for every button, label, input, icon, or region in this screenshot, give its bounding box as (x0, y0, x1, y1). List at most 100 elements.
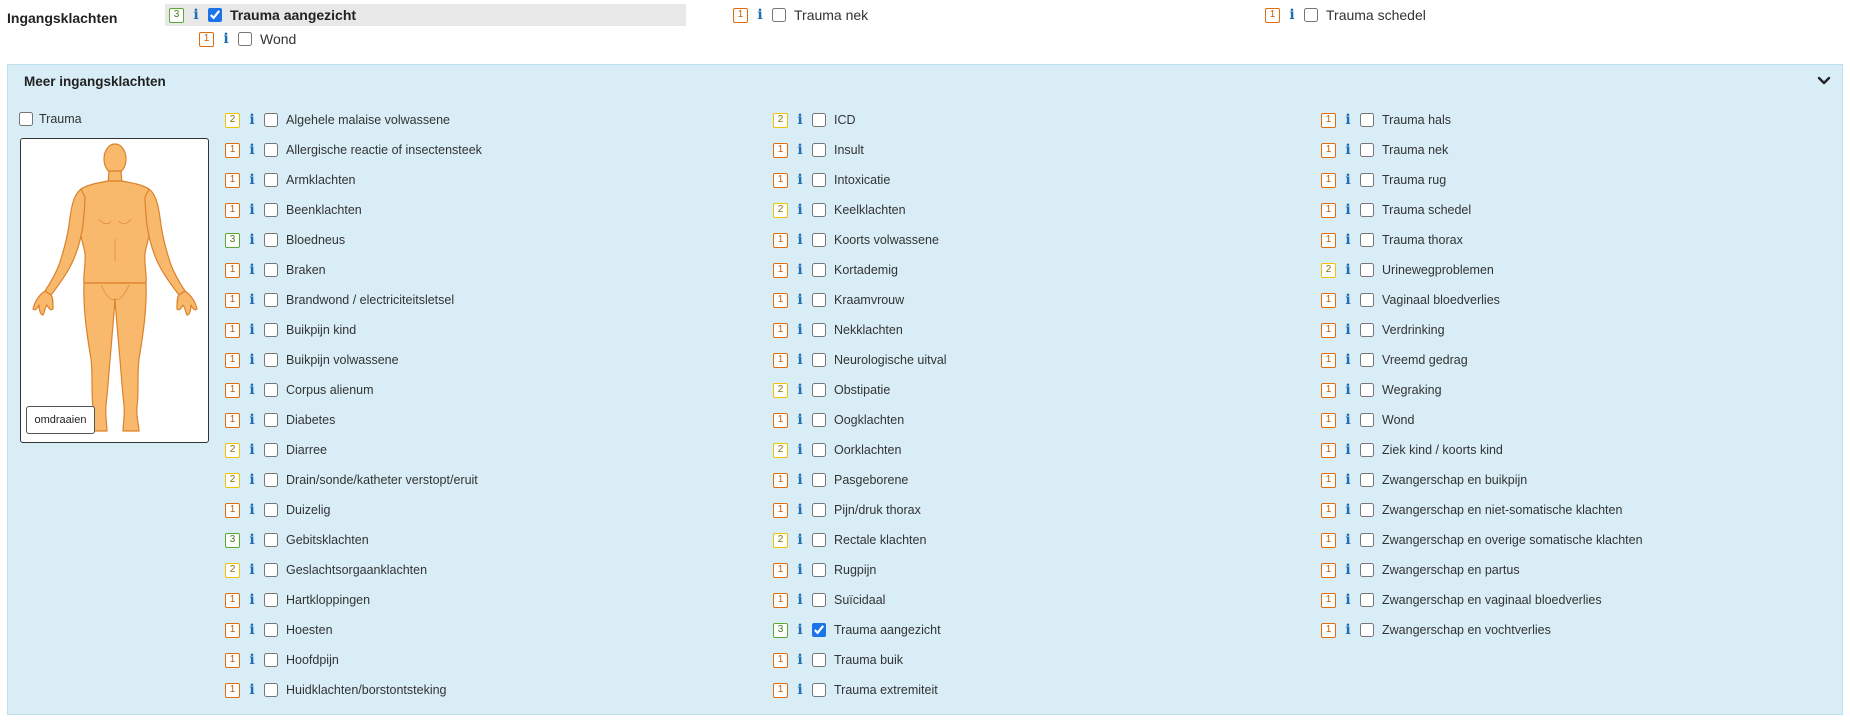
complaint-zwangerschap-en-partus[interactable]: 1 i Zwangerschap en partus (1321, 555, 1643, 585)
complaint-rugpijn[interactable]: 1 i Rugpijn (773, 555, 947, 585)
complaint-checkbox[interactable] (812, 323, 826, 337)
info-icon[interactable]: i (246, 112, 258, 128)
complaint-checkbox[interactable] (1360, 563, 1374, 577)
body-map[interactable]: omdraaien (20, 138, 209, 443)
complaint-checkbox[interactable] (812, 503, 826, 517)
complaint-checkbox[interactable] (812, 173, 826, 187)
complaint-checkbox[interactable] (264, 593, 278, 607)
info-icon[interactable]: i (794, 352, 806, 368)
complaint-checkbox[interactable] (812, 683, 826, 697)
info-icon[interactable]: i (246, 292, 258, 308)
complaint-hoofdpijn[interactable]: 1 i Hoofdpijn (225, 645, 482, 675)
info-icon[interactable]: i (1342, 532, 1354, 548)
info-icon[interactable]: i (794, 532, 806, 548)
complaint-checkbox[interactable] (1360, 473, 1374, 487)
info-icon[interactable]: i (246, 382, 258, 398)
complaint-duizelig[interactable]: 1 i Duizelig (225, 495, 482, 525)
complaint-trauma-buik[interactable]: 1 i Trauma buik (773, 645, 947, 675)
info-icon[interactable]: i (246, 142, 258, 158)
info-icon[interactable]: i (794, 382, 806, 398)
complaint-checkbox[interactable] (264, 623, 278, 637)
complaint-checkbox[interactable] (208, 8, 222, 22)
info-icon[interactable]: i (246, 682, 258, 698)
info-icon[interactable]: i (246, 502, 258, 518)
trauma-filter-checkbox[interactable]: Trauma (19, 108, 82, 130)
complaint-geslachtsorgaanklachten[interactable]: 2 i Geslachtsorgaanklachten (225, 555, 482, 585)
complaint-vreemd-gedrag[interactable]: 1 i Vreemd gedrag (1321, 345, 1643, 375)
complaint-intoxicatie[interactable]: 1 i Intoxicatie (773, 165, 947, 195)
info-icon[interactable]: i (1342, 172, 1354, 188)
complaint-checkbox[interactable] (1360, 353, 1374, 367)
info-icon[interactable]: i (1342, 382, 1354, 398)
info-icon[interactable]: i (754, 7, 766, 23)
complaint-checkbox[interactable] (264, 473, 278, 487)
info-icon[interactable]: i (1342, 502, 1354, 518)
complaint-icd[interactable]: 2 i ICD (773, 105, 947, 135)
complaint-checkbox[interactable] (264, 233, 278, 247)
info-icon[interactable]: i (246, 172, 258, 188)
complaint-rectale-klachten[interactable]: 2 i Rectale klachten (773, 525, 947, 555)
complaint-checkbox[interactable] (812, 353, 826, 367)
top-complaint-trauma-aangezicht[interactable]: 3 i Trauma aangezicht (165, 4, 686, 26)
complaint-checkbox[interactable] (264, 503, 278, 517)
complaint-allergische-reactie-of-insectensteek[interactable]: 1 i Allergische reactie of insectensteek (225, 135, 482, 165)
chevron-down-icon[interactable] (1816, 75, 1832, 87)
complaint-trauma-aangezicht[interactable]: 3 i Trauma aangezicht (773, 615, 947, 645)
info-icon[interactable]: i (1342, 262, 1354, 278)
complaint-wond[interactable]: 1 i Wond (1321, 405, 1643, 435)
info-icon[interactable]: i (794, 142, 806, 158)
info-icon[interactable]: i (1342, 322, 1354, 338)
info-icon[interactable]: i (794, 502, 806, 518)
flip-body-button[interactable]: omdraaien (26, 406, 95, 434)
complaint-checkbox[interactable] (238, 32, 252, 46)
complaint-trauma-nek[interactable]: 1 i Trauma nek (1321, 135, 1643, 165)
complaint-kraamvrouw[interactable]: 1 i Kraamvrouw (773, 285, 947, 315)
complaint-checkbox[interactable] (812, 263, 826, 277)
complaint-beenklachten[interactable]: 1 i Beenklachten (225, 195, 482, 225)
info-icon[interactable]: i (246, 262, 258, 278)
info-icon[interactable]: i (220, 31, 232, 47)
info-icon[interactable]: i (1342, 292, 1354, 308)
complaint-checkbox[interactable] (264, 383, 278, 397)
info-icon[interactable]: i (794, 202, 806, 218)
complaint-checkbox[interactable] (1304, 8, 1318, 22)
complaint-trauma-rug[interactable]: 1 i Trauma rug (1321, 165, 1643, 195)
info-icon[interactable]: i (794, 622, 806, 638)
complaint-obstipatie[interactable]: 2 i Obstipatie (773, 375, 947, 405)
info-icon[interactable]: i (794, 442, 806, 458)
complaint-wegraking[interactable]: 1 i Wegraking (1321, 375, 1643, 405)
info-icon[interactable]: i (1342, 442, 1354, 458)
complaint-buikpijn-kind[interactable]: 1 i Buikpijn kind (225, 315, 482, 345)
complaint-trauma-hals[interactable]: 1 i Trauma hals (1321, 105, 1643, 135)
complaint-huidklachten-borstontsteking[interactable]: 1 i Huidklachten/borstontsteking (225, 675, 482, 705)
complaint-checkbox[interactable] (264, 563, 278, 577)
info-icon[interactable]: i (1342, 592, 1354, 608)
complaint-checkbox[interactable] (812, 113, 826, 127)
complaint-zwangerschap-en-buikpijn[interactable]: 1 i Zwangerschap en buikpijn (1321, 465, 1643, 495)
complaint-corpus-alienum[interactable]: 1 i Corpus alienum (225, 375, 482, 405)
info-icon[interactable]: i (246, 622, 258, 638)
complaint-trauma-extremiteit[interactable]: 1 i Trauma extremiteit (773, 675, 947, 705)
complaint-neurologische-uitval[interactable]: 1 i Neurologische uitval (773, 345, 947, 375)
top-complaint-trauma-schedel[interactable]: 1 i Trauma schedel (1265, 4, 1426, 26)
complaint-checkbox[interactable] (264, 533, 278, 547)
complaint-diabetes[interactable]: 1 i Diabetes (225, 405, 482, 435)
complaint-checkbox[interactable] (264, 323, 278, 337)
complaint-checkbox[interactable] (264, 143, 278, 157)
info-icon[interactable]: i (1342, 232, 1354, 248)
complaint-vaginaal-bloedverlies[interactable]: 1 i Vaginaal bloedverlies (1321, 285, 1643, 315)
info-icon[interactable]: i (794, 262, 806, 278)
complaint-drain-sonde-katheter-verstopt-eruit[interactable]: 2 i Drain/sonde/katheter verstopt/eruit (225, 465, 482, 495)
complaint-kortademig[interactable]: 1 i Kortademig (773, 255, 947, 285)
info-icon[interactable]: i (1342, 202, 1354, 218)
complaint-checkbox[interactable] (1360, 443, 1374, 457)
info-icon[interactable]: i (794, 232, 806, 248)
complaint-zwangerschap-en-vaginaal-bloedverlies[interactable]: 1 i Zwangerschap en vaginaal bloedverlies (1321, 585, 1643, 615)
complaint-checkbox[interactable] (264, 653, 278, 667)
complaint-brandwond-electriciteitsletsel[interactable]: 1 i Brandwond / electriciteitsletsel (225, 285, 482, 315)
info-icon[interactable]: i (246, 352, 258, 368)
info-icon[interactable]: i (794, 592, 806, 608)
complaint-checkbox[interactable] (1360, 383, 1374, 397)
complaint-pasgeborene[interactable]: 1 i Pasgeborene (773, 465, 947, 495)
complaint-checkbox[interactable] (264, 683, 278, 697)
